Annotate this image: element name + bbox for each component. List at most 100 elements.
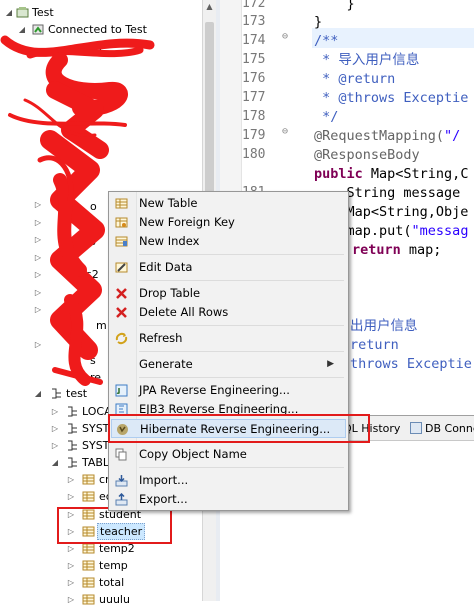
expand-arrow-icon[interactable]: ▷ <box>50 437 60 454</box>
code-keyword: public <box>314 166 363 182</box>
menu-item-label: Copy Object Name <box>139 447 247 461</box>
import-icon <box>115 474 128 487</box>
menu-item-label: Refresh <box>139 331 183 345</box>
code-text: map; <box>400 242 442 258</box>
menu-item-label: New Index <box>139 234 200 248</box>
line-number: 173 <box>242 14 266 29</box>
delete-x-icon <box>115 287 128 300</box>
jpa-icon <box>115 384 128 397</box>
menu-item-edit-data[interactable]: Edit Data <box>111 258 346 277</box>
tree-node-table[interactable]: ▷ total <box>0 574 200 591</box>
tab-db-connections[interactable]: DB Conne <box>410 419 474 439</box>
expand-arrow-icon[interactable]: ▷ <box>66 471 76 488</box>
tree-table-label: temp <box>99 559 128 572</box>
edit-data-icon <box>115 261 128 274</box>
menu-item-label: JPA Reverse Engineering... <box>139 383 290 397</box>
menu-separator <box>139 254 344 255</box>
folder-tree-icon <box>66 422 79 435</box>
tree-table-label: uuulu <box>99 593 130 606</box>
menu-item-import[interactable]: Import... <box>111 471 346 490</box>
submenu-arrow-icon: ▶ <box>327 359 334 369</box>
menu-separator <box>139 467 344 468</box>
menu-item-delete-all-rows[interactable]: Delete All Rows <box>111 303 346 322</box>
folder-tree-icon <box>66 456 79 469</box>
menu-item-label: Edit Data <box>139 260 193 274</box>
menu-item-copy-object-name[interactable]: Copy Object Name <box>111 445 346 464</box>
code-line: */ <box>314 109 339 125</box>
menu-separator <box>139 377 344 378</box>
tree-node-table[interactable]: ▷ uuulu <box>0 591 200 608</box>
code-line: } <box>314 14 323 30</box>
expand-arrow-icon[interactable]: ▷ <box>66 557 76 574</box>
code-string: "messag <box>411 223 469 239</box>
menu-item-new-foreign-key[interactable]: New Foreign Key <box>111 213 346 232</box>
menu-item-refresh[interactable]: Refresh <box>111 329 346 348</box>
code-line: @RequestMapping("/ <box>314 126 460 146</box>
menu-item-label: New Table <box>139 196 198 210</box>
menu-item-label: Import... <box>139 473 189 487</box>
scroll-up-icon[interactable]: ▲ <box>203 0 216 14</box>
tree-node-table[interactable]: ▷ temp <box>0 557 200 574</box>
export-icon <box>115 492 128 506</box>
menu-item-generate[interactable]: Generate ▶ <box>111 355 346 374</box>
line-number: 177 <box>242 90 266 105</box>
code-annotation: @RequestMapping( <box>314 128 445 144</box>
context-menu: New Table New Foreign Key New Index Edit… <box>108 191 349 511</box>
index-icon <box>115 235 128 248</box>
menu-item-label: Generate <box>139 357 193 371</box>
line-number: 178 <box>242 109 266 124</box>
menu-item-label: New Foreign Key <box>139 215 235 229</box>
delete-x-icon <box>115 306 128 319</box>
refresh-icon <box>115 332 128 345</box>
menu-item-jpa-reverse[interactable]: JPA Reverse Engineering... <box>111 381 346 400</box>
menu-item-new-index[interactable]: New Index <box>111 232 346 251</box>
highlight-box-teacher <box>57 507 172 544</box>
code-line: @ResponseBody <box>314 147 420 163</box>
menu-separator <box>139 351 344 352</box>
code-line: return map; <box>352 240 441 260</box>
tab-label: DB Conne <box>425 422 474 435</box>
code-string: "/ <box>444 128 461 144</box>
tree-table-label: total <box>99 576 125 589</box>
code-line: * @throws Exceptie <box>314 90 469 106</box>
menu-item-export[interactable]: Export... <box>111 490 346 509</box>
code-keyword: return <box>352 242 401 258</box>
fold-icon[interactable]: ⊖ <box>282 31 288 42</box>
line-number: 179 <box>242 128 266 143</box>
menu-item-label: Delete All Rows <box>139 305 229 319</box>
menu-item-new-table[interactable]: New Table <box>111 194 346 213</box>
expand-arrow-icon[interactable]: ▷ <box>50 403 60 420</box>
code-line: 出用户信息 <box>350 318 418 334</box>
menu-separator <box>139 325 344 326</box>
menu-item-drop-table[interactable]: Drop Table <box>111 284 346 303</box>
line-number: 176 <box>242 71 266 86</box>
menu-item-label: Export... <box>139 492 188 506</box>
code-line: * 导入用户信息 <box>314 52 420 68</box>
expand-arrow-icon[interactable]: ▷ <box>50 420 60 437</box>
tree-group-label: SYST <box>82 439 110 452</box>
highlight-box-hibernate <box>108 414 370 443</box>
menu-separator <box>139 280 344 281</box>
expand-arrow-icon[interactable]: ▷ <box>66 574 76 591</box>
db-connection-icon <box>410 422 422 434</box>
fold-icon[interactable]: ⊖ <box>282 126 288 137</box>
line-number: 174 <box>242 33 266 48</box>
line-number: 180 <box>242 147 266 162</box>
copy-icon <box>115 448 128 461</box>
tree-group-label: TABL <box>82 456 110 469</box>
table-icon <box>82 593 95 606</box>
foreign-key-icon <box>115 216 128 229</box>
table-icon <box>82 490 95 503</box>
table-icon <box>82 576 95 589</box>
new-table-icon <box>115 197 128 210</box>
expand-arrow-icon[interactable]: ▷ <box>66 591 76 608</box>
table-icon <box>82 559 95 572</box>
menu-item-label: Drop Table <box>139 286 201 300</box>
code-line: throws Exceptie <box>350 356 472 372</box>
collapse-arrow-icon[interactable]: ◢ <box>50 454 60 471</box>
code-line: public Map<String,C <box>314 164 468 184</box>
tree-group-label: SYST <box>82 422 110 435</box>
expand-arrow-icon[interactable]: ▷ <box>66 488 76 505</box>
table-icon <box>82 473 95 486</box>
code-line: /** <box>314 33 339 49</box>
